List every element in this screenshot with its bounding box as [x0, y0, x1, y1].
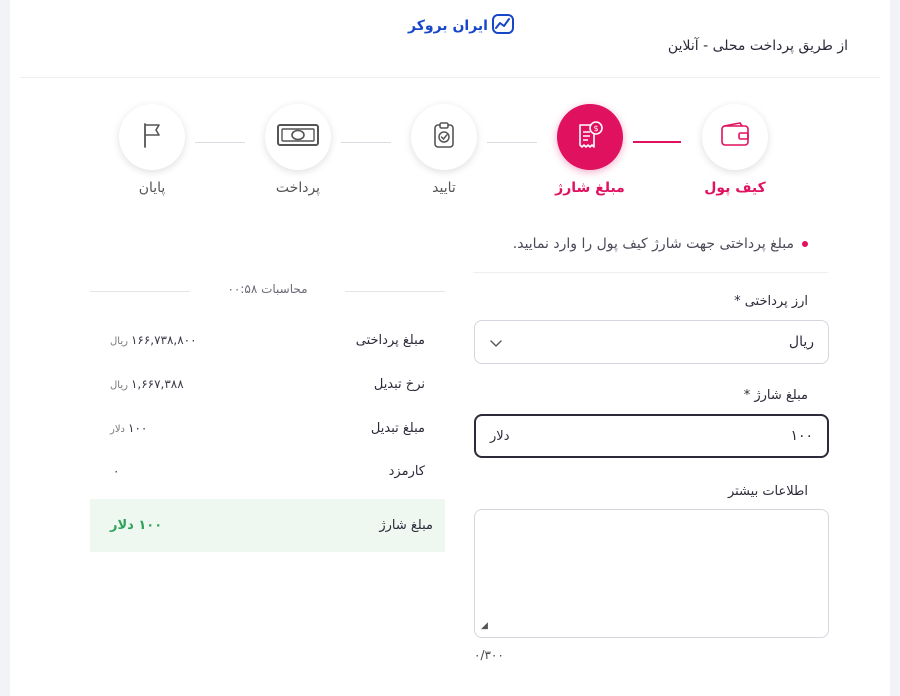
calc-row-label: کارمزد [388, 463, 425, 479]
amount-unit: دلار [490, 428, 510, 444]
calculation-title: محاسبات ۰۰:۵۸ [227, 282, 308, 296]
instruction-text: مبلغ پرداختی جهت شارژ کیف پول را وارد نم… [513, 236, 808, 252]
calc-value: ۱,۶۶۷,۳۸۸ [130, 377, 184, 391]
step-label-payment: پرداخت [275, 180, 321, 196]
step-circle [265, 104, 331, 170]
calc-value: ۱۰۰ [128, 421, 148, 435]
flag-icon [140, 121, 164, 153]
invoice-dollar-icon: $ [575, 119, 605, 155]
clipboard-check-icon [432, 121, 456, 153]
calc-row-value: ۱,۶۶۷,۳۸۸ریال [110, 377, 184, 391]
step-finish[interactable]: پایان [119, 104, 185, 196]
calc-row: کارمزد ۰ [90, 456, 445, 486]
bullet-dot [802, 241, 808, 247]
more-info-textarea[interactable]: ◢ [474, 509, 829, 638]
calc-row: مبلغ پرداختی ۱۶۶,۷۳۸,۸۰۰ریال [90, 325, 445, 355]
calc-row-label: نرخ تبدیل [373, 376, 425, 392]
amount-label: مبلغ شارژ * [743, 388, 808, 403]
step-connector-4 [195, 142, 245, 143]
char-counter: ۰/۳۰۰ [474, 648, 504, 662]
form-divider [473, 272, 828, 273]
currency-select-value: ریال [788, 334, 814, 350]
amount-input-value: ۱۰۰ [790, 428, 813, 444]
calculation-header: محاسبات ۰۰:۵۸ [90, 282, 445, 300]
currency-label: ارز پرداختی * [734, 294, 808, 309]
more-info-label: اطلاعات بیشتر [727, 484, 808, 499]
page-title: از طریق پرداخت محلی - آنلاین [667, 38, 848, 54]
step-payment[interactable]: پرداخت [265, 104, 331, 196]
calc-row-value: ۰ [110, 464, 119, 478]
svg-text:$: $ [593, 124, 598, 133]
step-label-wallet: کیف پول [704, 180, 766, 196]
step-label-charge-amount: مبلغ شارژ [555, 180, 625, 196]
step-circle [702, 104, 768, 170]
amount-input[interactable]: ۱۰۰ دلار [474, 414, 829, 458]
step-circle [119, 104, 185, 170]
step-circle-active: $ [557, 104, 623, 170]
step-charge-amount[interactable]: $ مبلغ شارژ [555, 104, 625, 196]
step-confirm[interactable]: تایید [411, 104, 477, 196]
total-charge-row: مبلغ شارژ ۱۰۰ دلار [90, 499, 445, 552]
calc-value: ۱۶۶,۷۳۸,۸۰۰ [130, 333, 197, 347]
total-value: ۱۰۰ دلار [110, 518, 163, 533]
calc-row-label: مبلغ تبدیل [370, 420, 425, 436]
step-label-confirm: تایید [432, 180, 456, 196]
calc-unit: ریال [110, 380, 128, 391]
step-connector-1 [633, 141, 681, 143]
wallet-icon [720, 122, 750, 152]
calc-row-label: مبلغ پرداختی [355, 332, 425, 348]
calc-value: ۰ [113, 464, 120, 478]
calc-unit: دلار [110, 424, 125, 435]
logo-text: ایران بروکر [408, 18, 488, 34]
calc-row-value: ۱۶۶,۷۳۸,۸۰۰ریال [110, 333, 197, 347]
step-connector-2 [487, 142, 537, 143]
currency-select[interactable]: ریال [474, 320, 829, 364]
calc-row: نرخ تبدیل ۱,۶۶۷,۳۸۸ریال [90, 369, 445, 399]
chart-logo-icon [491, 14, 514, 38]
step-circle [411, 104, 477, 170]
step-wallet[interactable]: کیف پول [702, 104, 768, 196]
step-label-finish: پایان [138, 180, 166, 196]
step-connector-3 [341, 142, 391, 143]
main-card: ایران بروکر از طریق پرداخت محلی - آنلاین… [10, 0, 890, 696]
calc-row: مبلغ تبدیل ۱۰۰دلار [90, 413, 445, 443]
calc-row-value: ۱۰۰دلار [110, 421, 147, 435]
brand-logo[interactable]: ایران بروکر [405, 13, 517, 39]
chevron-down-icon [489, 333, 503, 352]
header-divider [20, 77, 880, 78]
calc-unit: ریال [110, 336, 128, 347]
resize-handle-icon[interactable]: ◢ [481, 621, 488, 631]
instruction-label: مبلغ پرداختی جهت شارژ کیف پول را وارد نم… [512, 236, 794, 252]
banknote-icon [276, 122, 320, 152]
total-label: مبلغ شارژ [379, 518, 433, 533]
